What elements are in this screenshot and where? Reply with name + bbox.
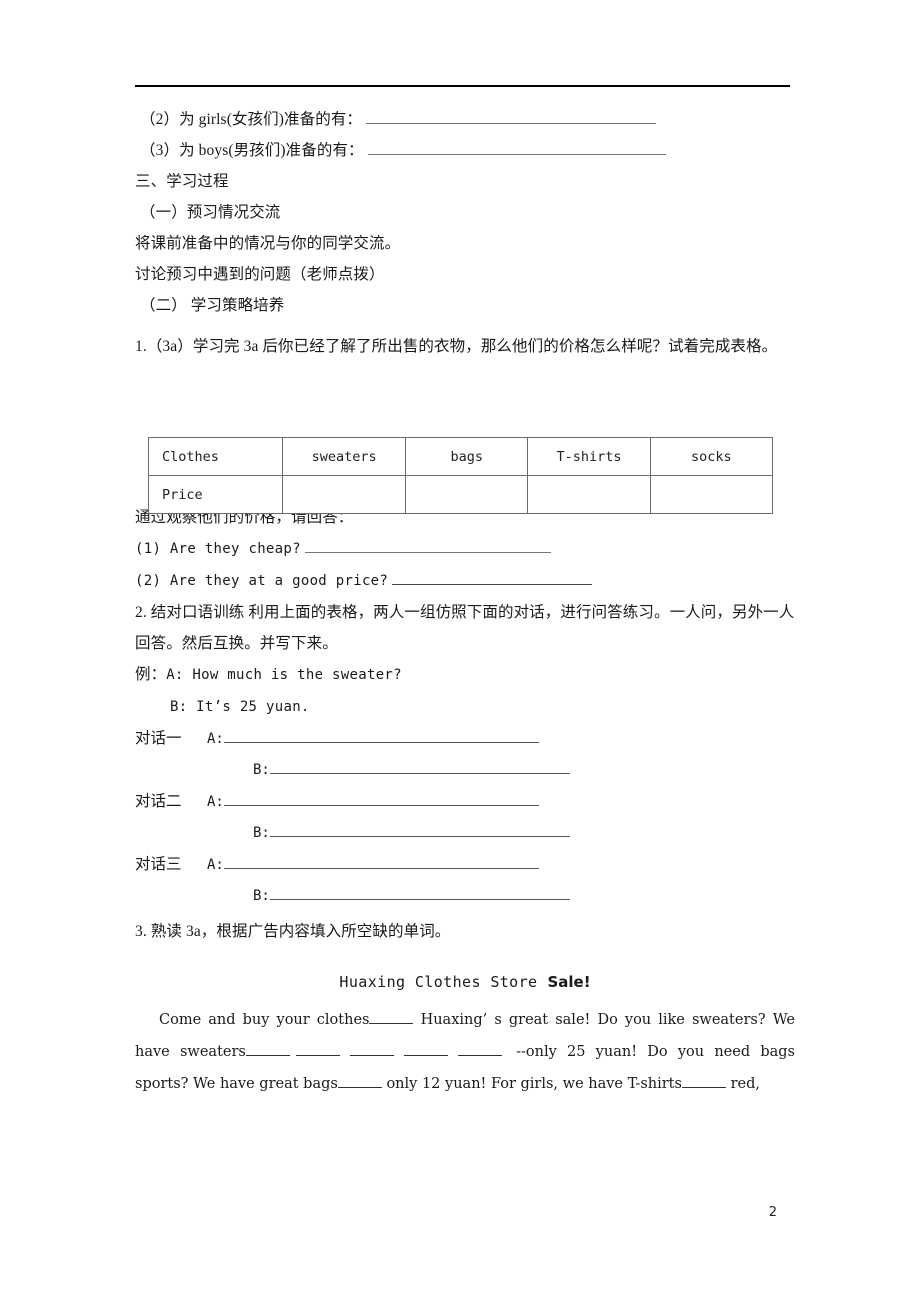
dialogue-1-b-blank[interactable] — [269, 759, 570, 774]
cell-clothes-label: Clothes — [147, 437, 284, 476]
observe-question-1-row: (1) Are they cheap? — [135, 533, 795, 565]
dialogue-3-speaker-a: A: — [207, 857, 224, 873]
dialogue-2-a-blank[interactable] — [223, 791, 539, 806]
advert-line-3-part-c: red, — [730, 1076, 760, 1092]
dialogue-row-1-b: B: — [135, 755, 795, 786]
sub-one-line-1: 将课前准备中的情况与你的同学交流。 — [135, 235, 401, 252]
dialogue-1-tag: 对话一 — [135, 730, 182, 747]
cell-price-bags[interactable] — [405, 475, 529, 514]
cell-clothes-bags: bags — [405, 437, 529, 476]
dialogue-2-speaker-b: B: — [253, 825, 270, 841]
dialogue-1-speaker-a: A: — [207, 731, 224, 747]
dialogue-3-tag: 对话三 — [135, 856, 182, 873]
cell-price-socks[interactable] — [649, 475, 774, 514]
advert-line-1-part-a: Come and buy your clothes — [159, 1012, 370, 1028]
advert-title: Huaxing Clothes Store Sale! — [135, 973, 795, 991]
dialogue-row-3-b: B: — [135, 881, 795, 912]
dialogue-2-tag: 对话二 — [135, 793, 182, 810]
advert-sale-label: Sale! — [547, 973, 591, 991]
observe-question-1-blank[interactable] — [304, 539, 551, 553]
question-3-text: 为 boys(男孩们)准备的有： — [179, 142, 364, 159]
task-2-instruction: 2. 结对口语训练 利用上面的表格，两人一组仿照下面的对话，进行问答练习。一人问… — [135, 604, 795, 652]
dialogue-3-b-blank[interactable] — [269, 885, 570, 900]
page-number: 2 — [768, 1205, 777, 1220]
dialogue-row-2-b: B: — [135, 818, 795, 849]
question-2-answer-blank[interactable] — [366, 110, 657, 124]
question-row-2: （2）为 girls(女孩们)准备的有： — [135, 104, 795, 135]
task-2-example-b: B: It’s 25 yuan. — [135, 691, 795, 723]
observe-question-1-text: (1) Are they cheap? — [135, 541, 301, 557]
question-3-number: （3） — [140, 142, 180, 159]
worksheet-page: （2）为 girls(女孩们)准备的有： （3）为 boys(男孩们)准备的有：… — [0, 0, 920, 1302]
sub-one-line-2: 讨论预习中遇到的问题（老师点拨） — [135, 266, 385, 283]
advert-blank-6[interactable] — [457, 1043, 502, 1056]
question-2-text: （2）为 girls(女孩们)准备的有： — [140, 111, 363, 128]
observe-question-2-text: (2) Are they at a good price? — [135, 573, 389, 589]
table-row-clothes: Clothes sweaters bags T-shirts socks — [147, 437, 774, 476]
dialogue-row-3-a: 对话三 A: — [135, 849, 795, 881]
dialogue-row-2-a: 对话二 A: — [135, 786, 795, 818]
price-table-wrapper: Clothes sweaters bags T-shirts socks Pri… — [147, 437, 774, 514]
observe-question-2-blank[interactable] — [392, 571, 593, 585]
example-speaker-b-text: B: It’s 25 yuan. — [170, 699, 310, 715]
advert-blank-1[interactable] — [369, 1011, 414, 1024]
question-row-3: （3）为 boys(男孩们)准备的有： — [135, 135, 795, 166]
task-2-example-a: 例：A: How much is the sweater? — [135, 659, 795, 691]
cell-price-label: Price — [147, 475, 284, 514]
advert-line-3-part-b: only 12 yuan! For girls, we have T-shirt… — [386, 1076, 682, 1092]
dialogue-1-speaker-b: B: — [253, 762, 270, 778]
advert-line-1-part-b: Huaxing’ s great sale! Do you like sweat… — [420, 1012, 795, 1028]
advert-blank-2[interactable] — [245, 1043, 290, 1056]
section-heading-sub-one: （一）预习情况交流 — [140, 204, 281, 221]
advert-blank-7[interactable] — [337, 1075, 382, 1088]
task-3-instruction: 3. 熟读 3a，根据广告内容填入所空缺的单词。 — [135, 923, 451, 940]
price-table: Clothes sweaters bags T-shirts socks Pri… — [147, 437, 774, 514]
dialogue-2-speaker-a: A: — [207, 794, 224, 810]
dialogue-row-1-a: 对话一 A: — [135, 723, 795, 755]
example-label: 例： — [135, 666, 167, 683]
section-heading-sub-two: （二） 学习策略培养 — [140, 297, 285, 314]
cell-price-sweaters[interactable] — [282, 475, 407, 514]
advert-line-3-part-a: sports? We have great bags — [135, 1076, 338, 1092]
cell-clothes-tshirts: T-shirts — [527, 437, 651, 476]
dialogue-2-b-blank[interactable] — [269, 822, 570, 837]
dialogue-3-a-blank[interactable] — [223, 854, 539, 869]
question-3-answer-blank[interactable] — [367, 141, 666, 155]
advert-line-2-part-b: --only 25 yuan! Do you need bags — [516, 1044, 795, 1060]
observe-question-2-row: (2) Are they at a good price? — [135, 565, 795, 597]
task-1-instruction: 1.（3a）学习完 3a 后你已经了解了所出售的衣物，那么他们的价格怎么样呢？试… — [135, 338, 778, 355]
page-content: （2）为 girls(女孩们)准备的有： （3）为 boys(男孩们)准备的有：… — [135, 104, 795, 1100]
example-speaker-a-text: A: How much is the sweater? — [166, 667, 402, 683]
advert-store-name: Huaxing Clothes Store — [339, 973, 538, 991]
advert-blank-5[interactable] — [403, 1043, 448, 1056]
cell-clothes-sweaters: sweaters — [282, 437, 407, 476]
advert-blank-3[interactable] — [295, 1043, 340, 1056]
header-divider-rule — [135, 85, 790, 87]
advert-line-2-part-a: have sweaters — [135, 1044, 246, 1060]
advert-blank-4[interactable] — [349, 1043, 394, 1056]
dialogue-3-speaker-b: B: — [253, 888, 270, 904]
advert-blank-8[interactable] — [681, 1075, 726, 1088]
cell-price-tshirts[interactable] — [527, 475, 651, 514]
table-row-price: Price — [147, 475, 774, 514]
advert-body: Come and buy your clothes Huaxing’ s gre… — [135, 1004, 795, 1100]
dialogue-1-a-blank[interactable] — [223, 728, 539, 743]
section-heading-part-three: 三、学习过程 — [135, 173, 229, 190]
cell-clothes-socks: socks — [649, 437, 774, 476]
